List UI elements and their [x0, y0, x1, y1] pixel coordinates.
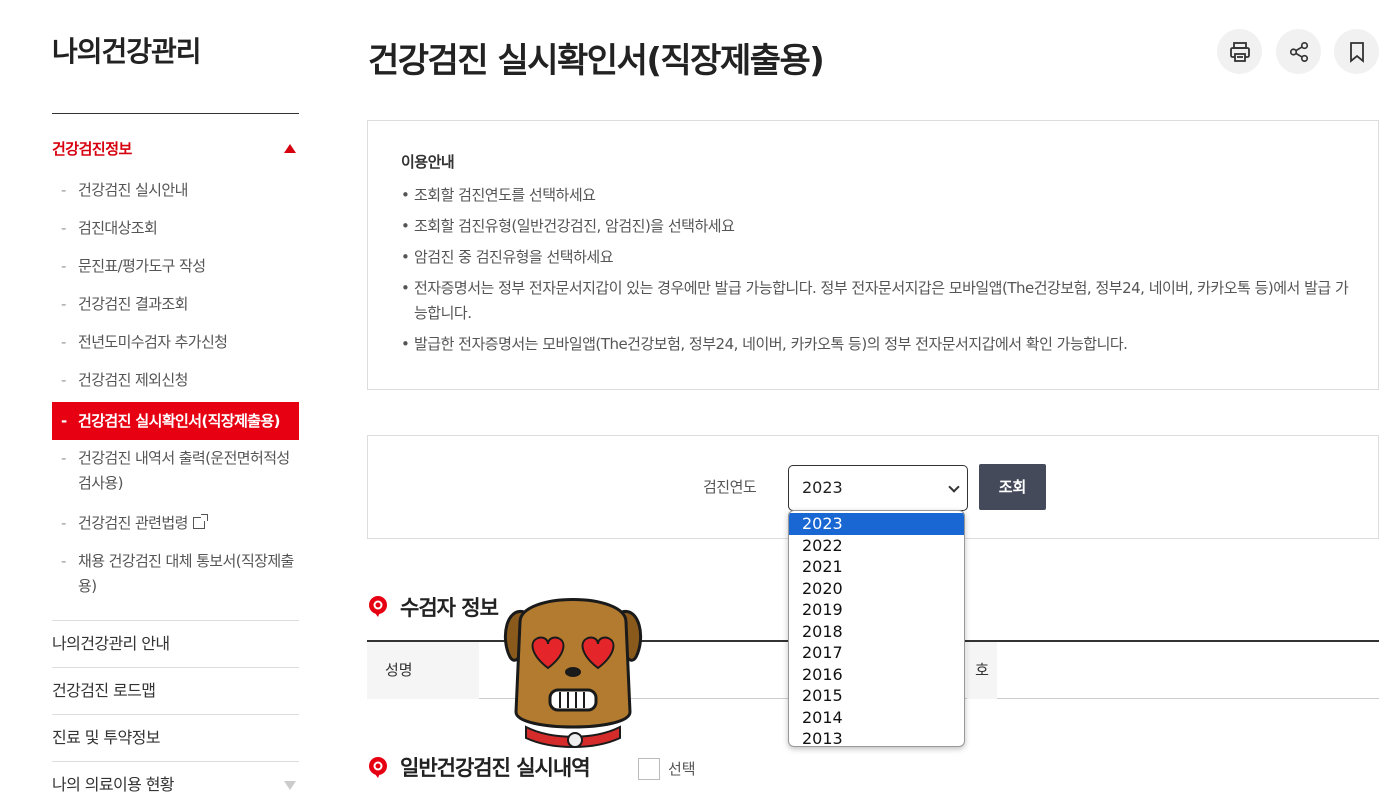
select-checkbox-label: 선택 [668, 760, 696, 778]
sidebar-item-confirmation-active[interactable]: - 건강검진 실시확인서(직장제출용) [52, 402, 299, 440]
sidebar-menu-medical-usage[interactable]: 나의 의료이용 현황 [52, 761, 299, 803]
year-label: 검진연도 [703, 478, 757, 496]
sidebar-divider [52, 113, 299, 114]
sidebar-group-health-check[interactable]: 건강검진정보 [52, 137, 299, 161]
dash-icon: - [61, 295, 66, 313]
sidebar-item-laws[interactable]: - 건강검진 관련법령 [52, 511, 299, 536]
usage-guide-box: 이용안내 조회할 검진연도를 선택하세요 조회할 검진유형(일반건강검진, 암검… [367, 120, 1379, 390]
dash-icon: - [61, 514, 66, 532]
sidebar-item-checkup-guide[interactable]: - 건강검진 실시안내 [52, 178, 299, 203]
select-checkbox[interactable] [638, 758, 660, 780]
list-item: 조회할 검진연도를 선택하세요 [401, 183, 1351, 208]
sidebar-menu-treatment[interactable]: 진료 및 투약정보 [52, 714, 299, 761]
menu-item-label: 나의 의료이용 현황 [52, 775, 175, 794]
print-icon [1229, 41, 1250, 62]
list-item: 발급한 전자증명서는 모바일앱(The건강보험, 정부24, 네이버, 카카오톡… [401, 332, 1351, 357]
sidebar-title: 나의건강관리 [52, 35, 202, 68]
sidebar-item-label: 채용 건강검진 대체 통보서(직장제출용) [78, 552, 294, 595]
year-option[interactable]: 2020 [789, 578, 964, 600]
dash-icon: - [61, 219, 66, 237]
sidebar-item-replacement-notice[interactable]: - 채용 건강검진 대체 통보서(직장제출용) [52, 549, 299, 599]
year-select-value: 2023 [802, 478, 843, 497]
sidebar-item-statement-print[interactable]: - 건강검진 내역서 출력(운전면허적성검사용) [52, 446, 299, 496]
sidebar-item-label: 건강검진 제외신청 [78, 371, 188, 389]
sidebar-item-label: 전년도미수검자 추가신청 [78, 333, 228, 351]
sidebar-item-label: 건강검진 실시안내 [78, 181, 188, 199]
usage-guide-title: 이용안내 [401, 153, 455, 171]
menu-item-label: 건강검진 로드맵 [52, 681, 156, 700]
dash-icon: - [61, 552, 66, 570]
sidebar-item-additional-request[interactable]: - 전년도미수검자 추가신청 [52, 330, 299, 355]
year-select[interactable]: 2023 [788, 465, 968, 511]
mascot-dog-sticker [503, 598, 643, 748]
usage-guide-list: 조회할 검진연도를 선택하세요 조회할 검진유형(일반건강검진, 암검진)을 선… [401, 183, 1351, 363]
sidebar-menu-roadmap[interactable]: 건강검진 로드맵 [52, 667, 299, 714]
search-button[interactable]: 조회 [979, 464, 1046, 510]
print-button[interactable] [1217, 29, 1262, 74]
list-item: 전자증명서는 정부 전자문서지갑이 있는 경우에만 발급 가능합니다. 정부 전… [401, 276, 1351, 326]
year-option[interactable]: 2023 [789, 513, 964, 535]
dash-icon: - [61, 412, 67, 430]
table-header-partial: 호 [967, 642, 997, 699]
year-option[interactable]: 2018 [789, 621, 964, 643]
year-option[interactable]: 2016 [789, 664, 964, 686]
dash-icon: - [61, 371, 66, 389]
collapse-arrow-icon[interactable] [284, 144, 296, 153]
share-icon [1289, 41, 1308, 62]
section-title-person: 수검자 정보 [400, 596, 499, 620]
menu-item-label: 나의건강관리 안내 [52, 634, 170, 653]
sidebar-item-label: 건강검진 내역서 출력(운전면허적성검사용) [78, 449, 290, 492]
expand-arrow-icon[interactable] [284, 781, 296, 790]
year-option[interactable]: 2019 [789, 599, 964, 621]
year-option[interactable]: 2022 [789, 535, 964, 557]
section-bullet-icon [369, 596, 387, 617]
year-dropdown-list[interactable]: 2023 2022 2021 2020 2019 2018 2017 2016 … [788, 510, 965, 747]
dash-icon: - [61, 333, 66, 351]
bookmark-button[interactable] [1334, 29, 1379, 74]
list-item: 조회할 검진유형(일반건강검진, 암검진)을 선택하세요 [401, 214, 1351, 239]
sidebar-item-label: 문진표/평가도구 작성 [78, 257, 206, 275]
sidebar-item-label: 건강검진 결과조회 [78, 295, 188, 313]
bookmark-icon [1349, 41, 1364, 63]
menu-item-label: 진료 및 투약정보 [52, 728, 160, 747]
year-option[interactable]: 2021 [789, 556, 964, 578]
year-option[interactable]: 2017 [789, 642, 964, 664]
chevron-down-icon [948, 481, 960, 493]
dash-icon: - [61, 181, 66, 199]
year-option[interactable]: 2013 [789, 728, 964, 746]
section-bullet-icon [369, 757, 387, 778]
year-option[interactable]: 2015 [789, 685, 964, 707]
section-title-general-checkup: 일반건강검진 실시내역 [400, 756, 591, 780]
sidebar-item-questionnaire[interactable]: - 문진표/평가도구 작성 [52, 254, 299, 279]
sidebar-group-label: 건강검진정보 [52, 140, 132, 158]
list-item: 암검진 중 검진유형을 선택하세요 [401, 245, 1351, 270]
sidebar-item-eligibility[interactable]: - 검진대상조회 [52, 216, 299, 241]
sidebar-item-exclusion[interactable]: - 건강검진 제외신청 [52, 368, 299, 393]
dash-icon: - [61, 449, 66, 467]
page-title: 건강검진 실시확인서(직장제출용) [368, 41, 825, 81]
share-button[interactable] [1276, 29, 1321, 74]
sidebar-item-label: 검진대상조회 [78, 219, 158, 237]
name-header: 성명 [367, 642, 479, 699]
sidebar-item-label: 건강검진 관련법령 [78, 514, 188, 532]
dash-icon: - [61, 257, 66, 275]
year-option[interactable]: 2014 [789, 707, 964, 729]
sidebar-item-label: 건강검진 실시확인서(직장제출용) [78, 412, 281, 430]
sidebar-item-results[interactable]: - 건강검진 결과조회 [52, 292, 299, 317]
external-link-icon [192, 514, 208, 529]
sidebar-menu-guide[interactable]: 나의건강관리 안내 [52, 620, 299, 667]
